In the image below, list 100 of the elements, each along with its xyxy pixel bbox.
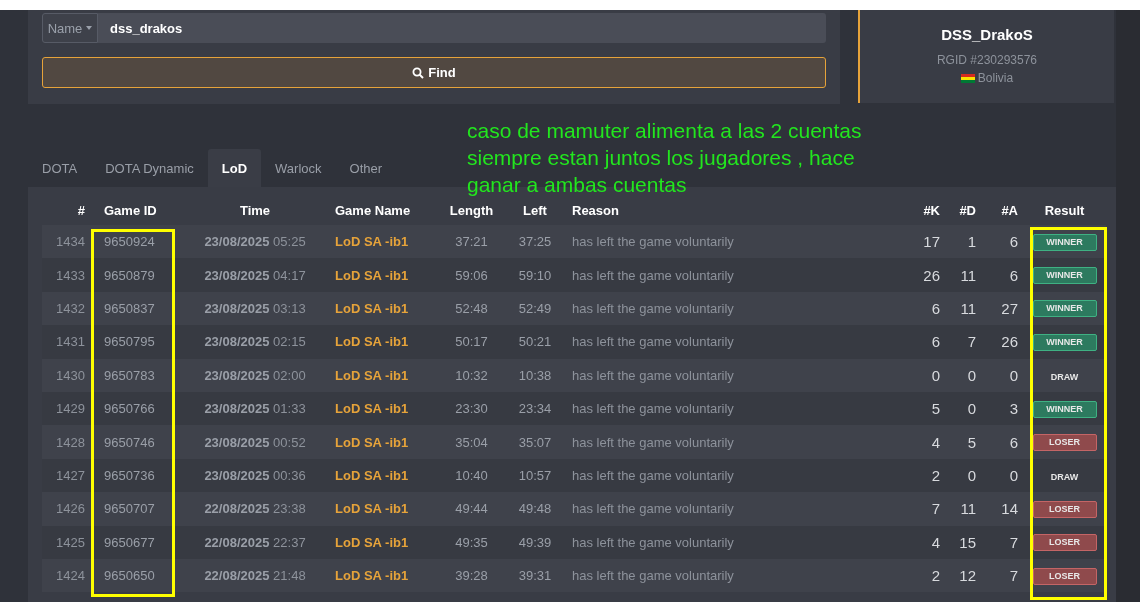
table-cell: 9650677 [90, 525, 180, 559]
table-cell: 6 [880, 291, 945, 326]
table-cell: 1425 [42, 525, 90, 559]
table-cell: has left the game voluntarily [567, 325, 880, 359]
winner-badge: WINNER [1032, 333, 1097, 351]
winner-badge: WINNER [1032, 400, 1097, 418]
table-cell: 1424 [42, 558, 90, 593]
table-cell: 23/08/2025 00:52 [180, 425, 330, 459]
table-cell: 1434 [42, 225, 90, 259]
table-cell: 59:06 [440, 258, 503, 292]
table-cell: 22/08/2025 23:38 [180, 492, 330, 526]
table-cell: 49:44 [440, 492, 503, 526]
table-cell: 10:38 [503, 358, 567, 392]
tab[interactable]: Warlock [261, 149, 336, 187]
table-cell: LoD SA -ib1 [330, 492, 440, 526]
table-cell: 0 [981, 358, 1023, 392]
table-cell: 9650746 [90, 425, 180, 459]
table-cell: 23:30 [440, 391, 503, 426]
table-cell: LoD SA -ib1 [330, 558, 440, 593]
table-cell: 17 [880, 225, 945, 259]
tab[interactable]: LoD [207, 149, 262, 187]
table-cell: 5 [945, 425, 981, 459]
table-cell: 7 [981, 525, 1023, 559]
tab[interactable]: Other [335, 149, 397, 187]
table-cell: 7 [981, 558, 1023, 593]
column-header: Game ID [90, 195, 180, 225]
loser-badge: LOSER [1032, 567, 1097, 585]
table-cell: 52:49 [503, 291, 567, 326]
table-cell: 27 [981, 291, 1023, 326]
table-cell: 59:10 [503, 258, 567, 292]
table-cell: 6 [981, 425, 1023, 459]
table-cell: 23/08/2025 05:25 [180, 225, 330, 259]
player-name: DSS_DrakoS [941, 26, 1033, 43]
annotation-text: caso de mamuter alimenta a las 2 cuentas siempre estan juntos los jugadores , hace ganar a ambas cuentas [467, 118, 862, 198]
table-cell: LoD SA -ib1 [330, 325, 440, 359]
table-cell: 1429 [42, 391, 90, 426]
search-field[interactable]: dss_drakos [98, 13, 826, 43]
table-cell: has left the game voluntarily [567, 492, 880, 526]
table-cell: 35:04 [440, 425, 503, 459]
loser-badge: LOSER [1032, 434, 1097, 452]
table-cell: 22/08/2025 21:48 [180, 558, 330, 593]
draw-label: DRAW [1050, 371, 1079, 382]
winner-badge: WINNER [1032, 300, 1097, 318]
country-name: Bolivia [977, 70, 1014, 87]
table-cell: 37:25 [503, 225, 567, 259]
table-cell: 50:21 [503, 325, 567, 359]
table-cell: 50:17 [440, 325, 503, 359]
table-cell: 0 [981, 458, 1023, 493]
table-cell: 35:07 [503, 425, 567, 459]
column-header: Game Name [330, 195, 440, 225]
table-cell: 10:40 [440, 458, 503, 493]
column-header: Reason [567, 195, 880, 225]
winner-badge: WINNER [1032, 267, 1097, 285]
table-cell: 4 [880, 425, 945, 459]
table-cell: 15 [945, 525, 981, 559]
table-cell: LoD SA -ib1 [330, 391, 440, 426]
column-header: Result [1023, 195, 1106, 225]
loser-badge: LOSER [1032, 534, 1097, 552]
table-cell: LoD SA -ib1 [330, 291, 440, 326]
find-button[interactable]: Find [42, 57, 826, 88]
table-cell: 26 [880, 258, 945, 292]
table-cell: 11 [945, 492, 981, 526]
table-cell: 5 [880, 391, 945, 426]
table-cell: 0 [945, 358, 981, 392]
table-cell: 49:48 [503, 492, 567, 526]
table-cell: has left the game voluntarily [567, 558, 880, 593]
tab[interactable]: DOTA [28, 149, 92, 187]
column-header: Time [180, 195, 330, 225]
column-header: #A [981, 195, 1023, 225]
table-cell: 1431 [42, 325, 90, 359]
table-cell: 1430 [42, 358, 90, 392]
table-cell: 10:57 [503, 458, 567, 493]
table-cell: 3 [981, 391, 1023, 426]
table-cell: 23/08/2025 02:00 [180, 358, 330, 392]
table-cell: 0 [945, 458, 981, 493]
table-cell: 23/08/2025 04:17 [180, 258, 330, 292]
search-icon [412, 66, 425, 79]
table-cell: has left the game voluntarily [567, 358, 880, 392]
table-cell: 39:28 [440, 558, 503, 593]
filter-dropdown[interactable]: Name [42, 13, 98, 43]
column-header: # [42, 195, 90, 225]
table-cell: 22/08/2025 22:37 [180, 525, 330, 559]
column-header: Length [440, 195, 503, 225]
table-cell: 49:35 [440, 525, 503, 559]
draw-label: DRAW [1050, 471, 1079, 482]
table-cell: 1426 [42, 492, 90, 526]
table-cell: 1 [945, 225, 981, 259]
table-cell: LoD SA -ib1 [330, 358, 440, 392]
table-cell: 1428 [42, 425, 90, 459]
rgid-text: RGID #230293576 [936, 52, 1038, 69]
column-header: #K [880, 195, 945, 225]
tab[interactable]: DOTA Dynamic [91, 149, 208, 187]
table-cell: 37:21 [440, 225, 503, 259]
table-cell: 1432 [42, 291, 90, 326]
table-cell: 9650736 [90, 458, 180, 493]
table-cell: 23:34 [503, 391, 567, 426]
table-cell: 39:31 [503, 558, 567, 593]
table-cell: 26 [981, 325, 1023, 359]
table-cell: 0 [880, 358, 945, 392]
table-cell: 0 [945, 391, 981, 426]
